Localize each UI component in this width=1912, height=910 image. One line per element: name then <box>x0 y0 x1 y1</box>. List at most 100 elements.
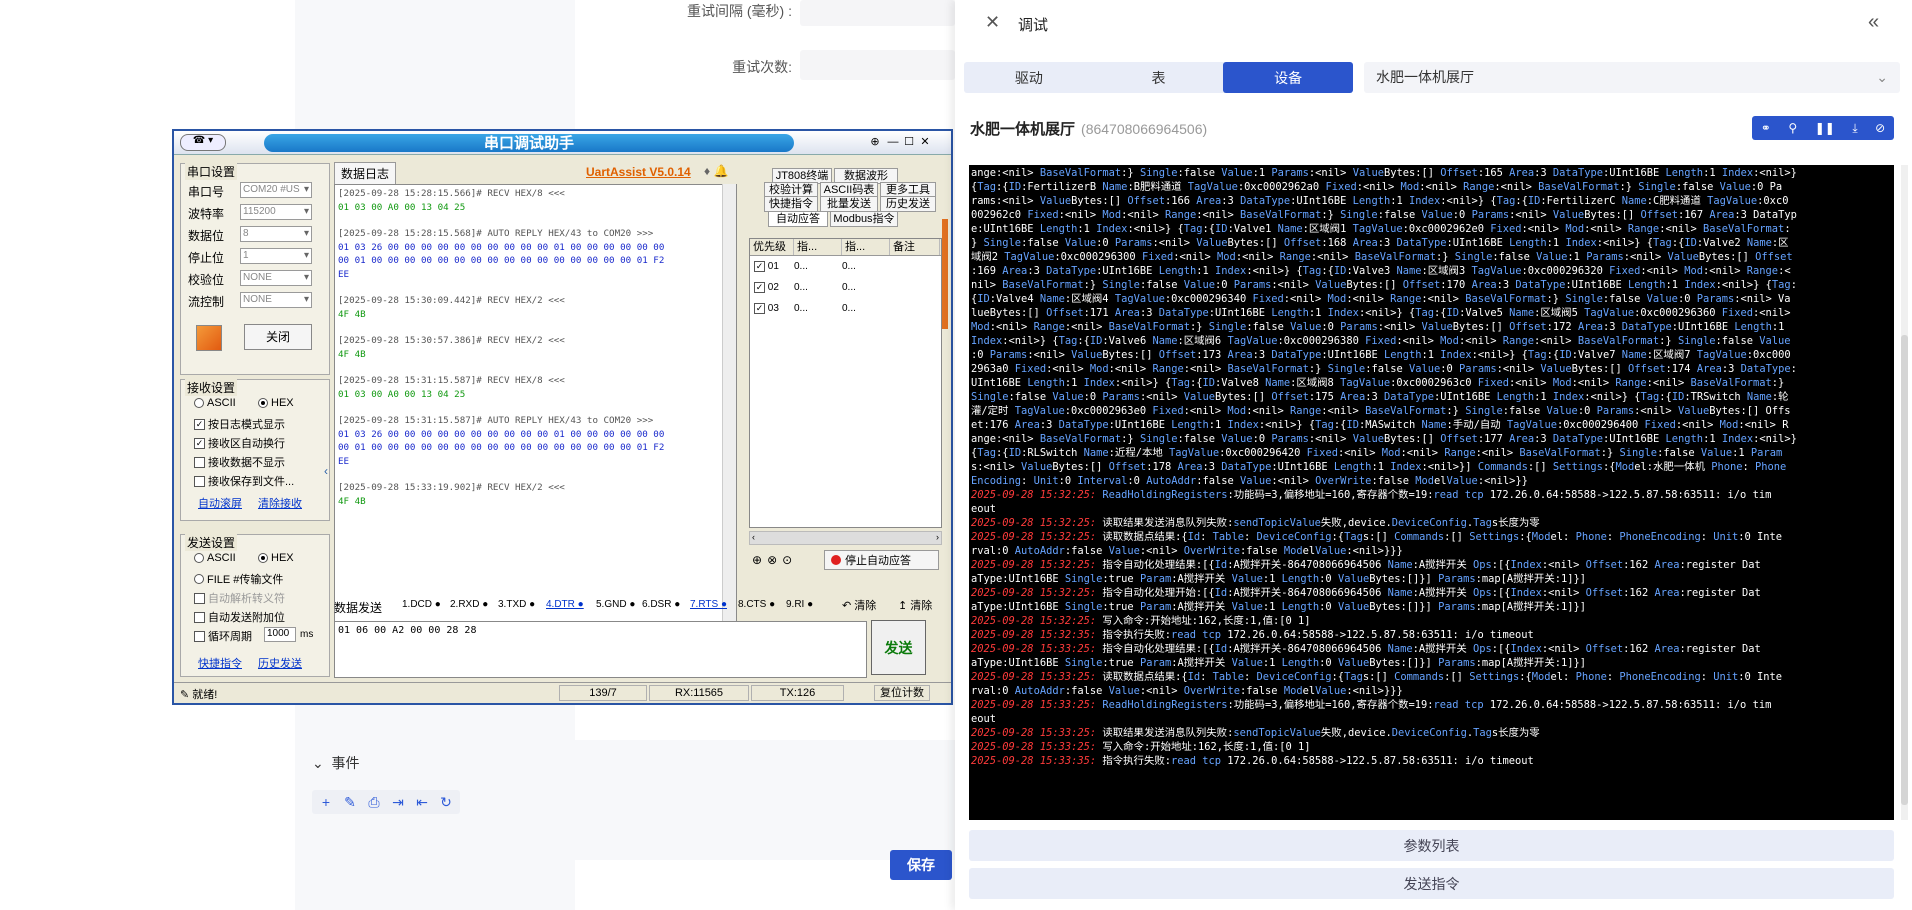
recv-wrap-checkbox[interactable]: ✓ 接收区自动换行 <box>194 435 285 451</box>
pause-icon[interactable]: ❚❚ <box>1815 121 1835 135</box>
grid-row[interactable]: ✓ 01 0... 0... <box>750 256 941 277</box>
period-input[interactable]: 1000 <box>264 627 296 642</box>
tab-table[interactable]: 表 <box>1094 62 1224 93</box>
close-port-button[interactable]: 关闭 <box>244 324 312 350</box>
terminal-line: {ID:Valve4 Name:区域阀4 TagValue:0xc0002963… <box>971 293 1791 305</box>
baud-select[interactable]: 115200 <box>240 204 312 220</box>
tab-driver[interactable]: 驱动 <box>964 62 1094 93</box>
signal-indicator[interactable]: 9.RI ● <box>786 599 813 610</box>
recv-save-file-checkbox[interactable]: 接收保存到文件... <box>194 473 294 489</box>
collapse-left-icon[interactable]: ‹ <box>324 411 334 531</box>
close-icon[interactable]: ✕ <box>985 12 1000 33</box>
signal-indicator[interactable]: 4.DTR ● <box>546 599 584 610</box>
receive-log[interactable]: [2025-09-28 15:28:15.566]# RECV HEX/8 <<… <box>334 184 737 624</box>
events-header[interactable]: ⌄ 事件 <box>312 753 360 773</box>
import-icon[interactable]: ⇤ <box>412 792 432 812</box>
print-icon[interactable]: ⎙ <box>364 792 384 812</box>
port-status-icon <box>196 325 222 351</box>
delete-row-icon[interactable]: ⊗ <box>767 553 777 567</box>
stop-auto-reply-button[interactable]: 停止自动应答 <box>824 550 939 570</box>
send-input[interactable]: 01 06 00 A2 00 00 28 28 <box>334 621 867 678</box>
send-button[interactable]: 发送 <box>871 620 926 675</box>
terminal-scrollbar[interactable] <box>1901 165 1908 820</box>
move-up-icon[interactable]: ⊙ <box>782 553 792 567</box>
signal-indicator[interactable]: 7.RTS ● <box>690 599 727 610</box>
history-send-link[interactable]: 历史发送 <box>258 655 302 671</box>
retry-interval-input[interactable] <box>800 0 955 26</box>
export-icon[interactable]: ⇥ <box>388 792 408 812</box>
close-icon[interactable]: ✕ <box>918 135 932 149</box>
send-command-button[interactable]: 发送指令 <box>969 868 1894 899</box>
quick-cmd-link[interactable]: 快捷指令 <box>198 655 242 671</box>
signal-indicator[interactable]: 1.DCD ● <box>402 599 441 610</box>
terminal-line: aType:UInt16BE Single:true Param:A搅拌开关 V… <box>971 573 1586 585</box>
add-icon[interactable]: + <box>316 792 336 812</box>
debug-terminal[interactable]: ange:<nil> BaseValFormat:} Single:false … <box>969 165 1894 820</box>
send-hex-radio[interactable]: HEX <box>258 552 294 564</box>
link-icon[interactable]: ⚭ <box>1761 121 1771 135</box>
terminal-line: UInt16BE Length:1 Index:<nil>} {Tag:{ID:… <box>971 377 1785 389</box>
signal-indicator[interactable]: 2.RXD ● <box>450 599 488 610</box>
clear-send-button[interactable]: ↶ 清除 <box>842 597 876 613</box>
auto-scroll-link[interactable]: 自动滚屏 <box>198 495 242 511</box>
send-ascii-radio[interactable]: ASCII <box>194 552 236 564</box>
port-select[interactable]: COM20 #US <box>240 182 312 198</box>
auto-parse-checkbox[interactable]: 自动解析转义符 <box>194 590 285 606</box>
app-menu-icon[interactable]: ☎ ▾ <box>180 134 226 151</box>
search-icon[interactable]: ⚲ <box>1788 121 1797 135</box>
edit-icon[interactable]: ✎ <box>340 792 360 812</box>
terminal-line: nil> BaseValFormat:} Single:false Value:… <box>971 279 1797 291</box>
parity-select[interactable]: NONE <box>240 270 312 286</box>
recv-hex-radio[interactable]: HEX <box>258 397 294 409</box>
download-icon[interactable]: ⤓ <box>1852 121 1857 136</box>
auto-append-checkbox[interactable]: 自动发送附加位 <box>194 609 285 625</box>
tool-tab[interactable]: 批量发送 <box>820 196 878 212</box>
retry-count-input[interactable] <box>800 50 955 80</box>
stopbits-select[interactable]: 1 <box>240 248 312 264</box>
tool-tab[interactable]: 自动应答 <box>768 211 828 227</box>
events-title: 事件 <box>331 755 360 771</box>
recv-hide-checkbox[interactable]: 接收数据不显示 <box>194 454 285 470</box>
reset-count-button[interactable]: 复位计数 <box>874 685 930 701</box>
params-list-button[interactable]: 参数列表 <box>969 830 1894 861</box>
add-row-icon[interactable]: ⊕ <box>752 553 762 567</box>
minimize-icon[interactable]: — <box>886 135 900 149</box>
clear-icon[interactable]: ⊘ <box>1875 121 1885 135</box>
clear-count-button[interactable]: ↥ 清除 <box>898 597 932 613</box>
grid-row[interactable]: ✓ 02 0... 0... <box>750 277 941 298</box>
loop-period-checkbox[interactable]: 循环周期 <box>194 628 252 644</box>
signal-indicator[interactable]: 5.GND ● <box>596 599 635 610</box>
databits-select[interactable]: 8 <box>240 226 312 242</box>
settings-icon[interactable]: ♦ 🔔 <box>704 164 728 178</box>
device-select[interactable]: 水肥一体机展厅 ⌄ <box>1364 62 1900 93</box>
signal-indicator[interactable]: 8.CTS ● <box>738 599 775 610</box>
grid-hscroll[interactable]: ‹ › <box>749 531 942 545</box>
flow-select[interactable]: NONE <box>240 292 312 308</box>
clear-recv-link[interactable]: 清除接收 <box>258 495 302 511</box>
collapse-panel-icon[interactable]: « <box>1868 11 1879 34</box>
retry-count-label: 重试次数: <box>732 59 792 75</box>
recv-ascii-radio[interactable]: ASCII <box>194 397 236 409</box>
grid-scrollbar[interactable] <box>942 219 948 329</box>
signal-indicator[interactable]: 3.TXD ● <box>498 599 535 610</box>
terminal-line: } Single:false Value:0 Params:<nil> Valu… <box>971 237 1789 249</box>
file-send-radio[interactable]: FILE #传输文件 <box>194 571 283 587</box>
tool-tab[interactable]: Modbus指令 <box>830 211 898 227</box>
send-tab[interactable]: 数据发送 <box>334 599 382 616</box>
log-scrollbar[interactable] <box>722 184 736 624</box>
pin-icon[interactable]: ⊕ <box>868 135 882 149</box>
terminal-line: 域阀2 TagValue:0xc000296300 Fixed:<nil> Mo… <box>971 251 1793 263</box>
signal-indicator[interactable]: 6.DSR ● <box>642 599 680 610</box>
save-button[interactable]: 保存 <box>890 850 952 880</box>
log-tab[interactable]: 数据日志 <box>334 162 397 185</box>
tool-tab[interactable]: 历史发送 <box>880 196 936 212</box>
grid-row[interactable]: ✓ 03 0... 0... <box>750 298 941 319</box>
version-link[interactable]: UartAssist V5.0.14 <box>586 165 691 179</box>
maximize-icon[interactable]: ☐ <box>902 135 916 149</box>
tab-device[interactable]: 设备 <box>1223 62 1354 93</box>
tool-tab[interactable]: 快捷指令 <box>764 196 818 212</box>
refresh-icon[interactable]: ↻ <box>436 792 456 812</box>
recv-log-mode-checkbox[interactable]: ✓ 按日志模式显示 <box>194 416 285 432</box>
